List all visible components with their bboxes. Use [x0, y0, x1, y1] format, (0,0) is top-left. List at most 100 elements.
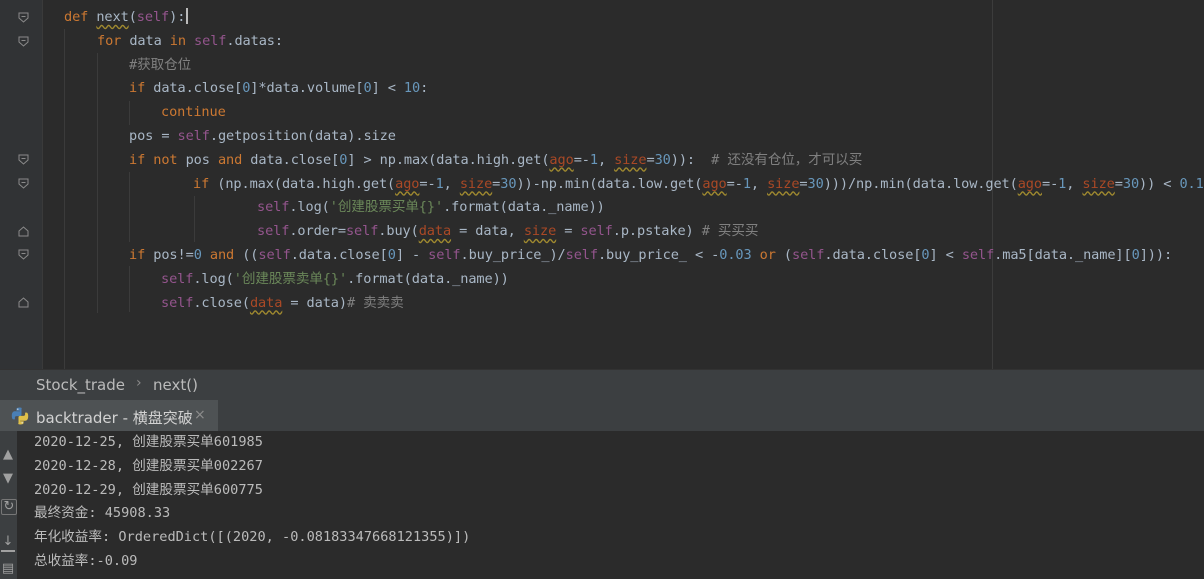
- code-token: ] <: [371, 80, 404, 97]
- code-token: self: [136, 9, 170, 25]
- fold-marker-icon[interactable]: [18, 36, 29, 47]
- code-token: 0: [1131, 247, 1140, 263]
- code-token: ago: [1017, 175, 1042, 192]
- code-token: (: [783, 247, 793, 263]
- code-token: ] -: [395, 247, 429, 263]
- code-line[interactable]: continue: [161, 100, 226, 124]
- code-token: ,: [443, 175, 460, 192]
- code-token: .buy(: [378, 223, 419, 240]
- code-token: size: [767, 175, 800, 192]
- console-output-line: 2020-12-25, 创建股票买单601985: [34, 434, 263, 450]
- code-token: or: [759, 247, 784, 263]
- code-token: ))-np.min(data.low.get(: [516, 175, 703, 192]
- code-line[interactable]: if pos!=0 and ((self.data.close[0] - sel…: [129, 243, 1172, 267]
- code-token: .order=: [289, 223, 346, 240]
- code-line[interactable]: pos = self.getposition(data).size: [129, 124, 396, 148]
- code-token: =-: [1041, 175, 1059, 192]
- breadcrumb-file[interactable]: Stock_trade: [36, 376, 125, 394]
- code-token: if: [193, 175, 218, 192]
- code-editor[interactable]: def next(self): for data in self.datas: #获…: [0, 0, 1204, 369]
- code-token: 0: [363, 80, 372, 97]
- console-output-line: 最终资金: 45908.33: [34, 505, 171, 522]
- console-output-line: 2020-12-29, 创建股票买单600775: [34, 481, 263, 498]
- code-token: # 还没有仓位，才可以买: [711, 151, 863, 168]
- code-token: (: [128, 9, 137, 25]
- code-token: self: [961, 247, 995, 263]
- print-icon[interactable]: ▤: [1, 561, 15, 577]
- code-token: .getposition(data).size: [209, 128, 396, 144]
- code-token: # 买买买: [693, 223, 759, 240]
- code-line[interactable]: for data in self.datas:: [97, 29, 283, 53]
- code-token: ,: [750, 175, 768, 192]
- breadcrumb-function[interactable]: next(): [153, 376, 198, 394]
- code-token: 30: [500, 175, 517, 192]
- code-token: =-: [573, 151, 590, 168]
- code-line[interactable]: if (np.max(data.high.get(ago=-1, size=30…: [193, 172, 1204, 196]
- code-token: ])):: [1139, 247, 1173, 263]
- code-token: )) <: [1139, 175, 1180, 192]
- scroll-to-end-icon[interactable]: ↓: [1, 534, 15, 552]
- run-console[interactable]: ▲ ▼ ↻ ↓ ▤ 2020-12-25, 创建股票买单601985 2020-1…: [0, 431, 1204, 579]
- code-token: self: [194, 32, 227, 49]
- code-token: ] <: [929, 247, 962, 263]
- code-token: size: [523, 223, 557, 240]
- fold-marker-icon[interactable]: [18, 249, 29, 260]
- code-token: 1: [742, 175, 751, 192]
- run-tab[interactable]: backtrader - 横盘突破 ×: [0, 400, 218, 431]
- code-token: .ma5[data._name][: [994, 247, 1132, 263]
- indent-guide: [129, 266, 130, 312]
- code-token: .format(data._name)): [347, 270, 509, 287]
- console-output-line: 2020-12-28, 创建股票买单002267: [34, 457, 263, 474]
- code-token: if not: [129, 151, 186, 168]
- code-token: pos: [185, 151, 218, 168]
- code-token: 10: [403, 80, 421, 97]
- code-token: .buy_price_)/: [460, 247, 566, 263]
- ide-window: def next(self): for data in self.datas: #获…: [0, 0, 1204, 579]
- code-token: '创建股票买单{}': [329, 199, 444, 216]
- code-token: '创建股票卖单{}': [233, 270, 348, 287]
- code-token: data.close[: [250, 151, 340, 168]
- code-token: = data): [282, 294, 347, 311]
- code-token: ]*data.volume[: [250, 80, 364, 97]
- code-token: size: [459, 175, 493, 192]
- fold-marker-icon[interactable]: [18, 154, 29, 165]
- editor-gutter: [0, 0, 43, 369]
- code-line[interactable]: def next(self):: [64, 5, 189, 29]
- scroll-up-icon[interactable]: ▲: [1, 447, 15, 463]
- close-icon[interactable]: ×: [194, 407, 206, 423]
- fold-end-icon[interactable]: [18, 226, 29, 237]
- code-line[interactable]: self.log('创建股票买单{}'.format(data._name)): [257, 195, 605, 219]
- console-output-line: 年化收益率: OrderedDict([(2020, -0.0818334766…: [34, 529, 471, 546]
- code-token: =: [799, 175, 808, 192]
- rerun-icon[interactable]: ↻: [1, 499, 17, 515]
- scroll-down-icon[interactable]: ▼: [1, 471, 15, 487]
- code-token: .data.close[: [290, 247, 388, 263]
- code-token: in: [169, 32, 195, 49]
- code-token: 0.03: [719, 247, 760, 263]
- code-token: 0: [193, 247, 210, 263]
- code-token: =: [1114, 175, 1123, 192]
- code-token: 30: [1122, 175, 1140, 192]
- code-line[interactable]: self.order=self.buy(data = data, size = …: [257, 219, 758, 243]
- code-line[interactable]: if not pos and data.close[0] > np.max(da…: [129, 148, 862, 172]
- code-token: # 卖卖卖: [346, 294, 404, 311]
- code-token: )): [670, 151, 687, 168]
- code-token: self: [428, 247, 461, 263]
- code-token: 0: [387, 247, 396, 263]
- code-token: self: [161, 294, 194, 311]
- code-line[interactable]: #获取仓位: [129, 53, 191, 77]
- code-token: data: [129, 32, 170, 49]
- fold-marker-icon[interactable]: [18, 12, 29, 23]
- code-line[interactable]: self.log('创建股票卖单{}'.format(data._name)): [161, 267, 509, 291]
- code-token: :: [686, 151, 712, 168]
- code-token: 30: [807, 175, 824, 192]
- fold-end-icon[interactable]: [18, 297, 29, 308]
- code-token: =-: [726, 175, 743, 192]
- code-token: def: [64, 9, 97, 25]
- code-line[interactable]: if data.close[0]*data.volume[0] < 10:: [129, 76, 428, 100]
- code-token: for: [97, 32, 130, 49]
- code-token: self: [580, 223, 613, 240]
- fold-marker-icon[interactable]: [18, 178, 29, 189]
- code-token: =: [646, 151, 655, 168]
- code-line[interactable]: self.close(data = data)# 卖卖卖: [161, 291, 404, 315]
